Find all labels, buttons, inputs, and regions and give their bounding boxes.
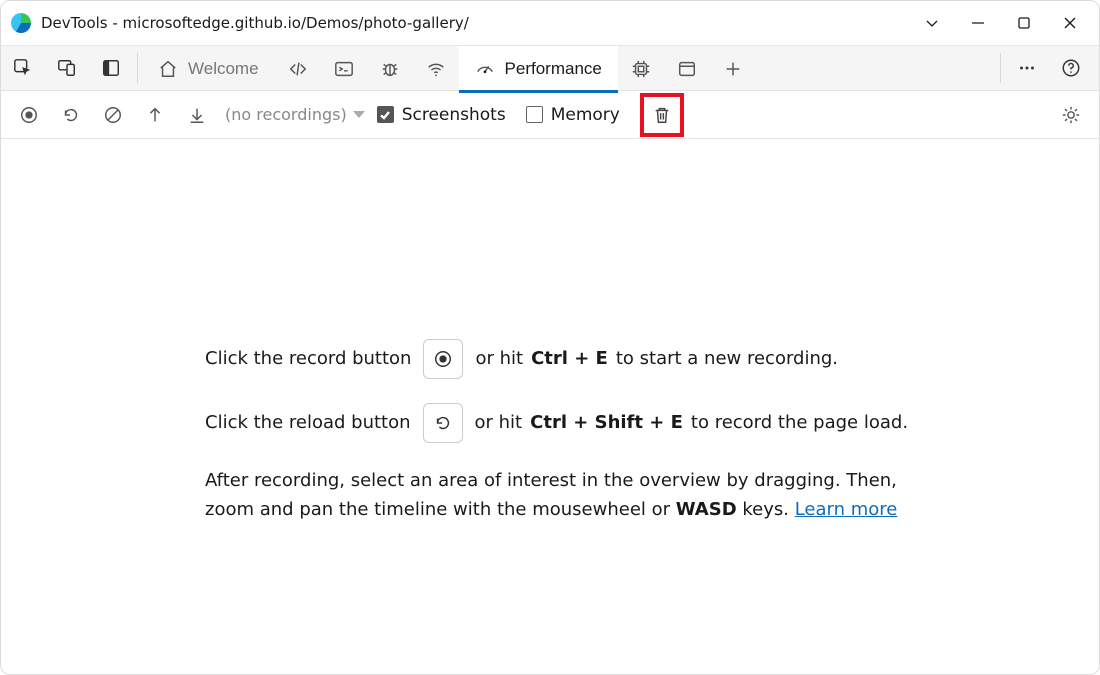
screenshots-checkbox[interactable]: Screenshots (377, 105, 506, 125)
reload-icon (433, 413, 453, 433)
reload-hint: Click the reload button or hit Ctrl + Sh… (205, 403, 941, 443)
hint-text: or hit (475, 409, 523, 438)
chip-icon (631, 59, 651, 79)
record-button[interactable] (11, 97, 47, 133)
no-entry-icon (103, 105, 123, 125)
ellipsis-icon (1017, 58, 1037, 78)
dock-side-icon[interactable] (89, 45, 133, 91)
reload-icon (61, 105, 81, 125)
tab-memory[interactable] (618, 46, 664, 92)
tab-application[interactable] (664, 46, 710, 92)
hint-kbd: Ctrl + E (531, 345, 608, 374)
tab-performance-label: Performance (505, 59, 602, 79)
application-icon (677, 59, 697, 79)
trash-icon (652, 105, 672, 125)
save-profile-button[interactable] (179, 97, 215, 133)
record-hint: Click the record button or hit Ctrl + E … (205, 339, 941, 379)
wifi-icon (426, 59, 446, 79)
collect-garbage-button[interactable] (640, 93, 684, 137)
maximize-button[interactable] (1001, 1, 1047, 45)
hint-kbd: Ctrl + Shift + E (530, 409, 683, 438)
window-title: DevTools - microsoftedge.github.io/Demos… (41, 14, 469, 32)
hint-text: to record the page load. (691, 409, 908, 438)
tabstrip: Welcome Performance (1, 45, 1099, 91)
learn-more-link[interactable]: Learn more (795, 499, 898, 520)
arrow-up-icon (145, 105, 165, 125)
capture-settings-button[interactable] (1053, 97, 1089, 133)
load-profile-button[interactable] (137, 97, 173, 133)
hint-text: Click the reload button (205, 409, 411, 438)
tab-sources[interactable] (367, 46, 413, 92)
screenshots-checkbox-label: Screenshots (402, 105, 506, 125)
after-recording-hint: After recording, select an area of inter… (205, 467, 941, 525)
hint-text: keys. (737, 499, 795, 520)
record-inline-button[interactable] (423, 339, 463, 379)
arrow-down-icon (187, 105, 207, 125)
recordings-dropdown[interactable] (353, 111, 365, 118)
memory-checkbox[interactable]: Memory (526, 105, 620, 125)
no-recordings-label: (no recordings) (225, 105, 347, 124)
titlebar: DevTools - microsoftedge.github.io/Demos… (1, 1, 1099, 45)
memory-checkbox-label: Memory (551, 105, 620, 125)
close-button[interactable] (1047, 1, 1093, 45)
edge-app-icon (11, 13, 31, 33)
console-icon (334, 59, 354, 79)
hint-text: Click the record button (205, 345, 411, 374)
tab-network[interactable] (413, 46, 459, 92)
bug-icon (380, 59, 400, 79)
record-icon (19, 105, 39, 125)
minimize-button[interactable] (955, 1, 1001, 45)
home-icon (158, 59, 178, 79)
record-icon (433, 349, 453, 369)
device-emulation-icon[interactable] (45, 45, 89, 91)
tab-welcome-label: Welcome (188, 59, 259, 79)
performance-icon (475, 59, 495, 79)
reload-inline-button[interactable] (423, 403, 463, 443)
hint-text: or hit (475, 345, 523, 374)
more-options-button[interactable] (1005, 45, 1049, 91)
help-icon (1061, 58, 1081, 78)
tab-elements[interactable] (275, 46, 321, 92)
help-button[interactable] (1049, 45, 1093, 91)
code-icon (288, 59, 308, 79)
separator (137, 53, 138, 83)
hint-kbd: WASD (676, 499, 737, 520)
hint-text: to start a new recording. (616, 345, 838, 374)
gear-icon (1061, 105, 1081, 125)
chevron-down-icon[interactable] (909, 1, 955, 45)
plus-icon (723, 59, 743, 79)
reload-record-button[interactable] (53, 97, 89, 133)
performance-landing: Click the record button or hit Ctrl + E … (1, 139, 1001, 525)
tab-welcome[interactable]: Welcome (142, 46, 275, 92)
devtools-window: DevTools - microsoftedge.github.io/Demos… (0, 0, 1100, 675)
clear-button[interactable] (95, 97, 131, 133)
tab-performance[interactable]: Performance (459, 46, 618, 92)
tab-console[interactable] (321, 46, 367, 92)
inspect-element-icon[interactable] (1, 45, 45, 91)
add-tab-button[interactable] (710, 46, 756, 92)
performance-toolbar: (no recordings) Screenshots Memory (1, 91, 1099, 139)
separator (1000, 53, 1001, 83)
